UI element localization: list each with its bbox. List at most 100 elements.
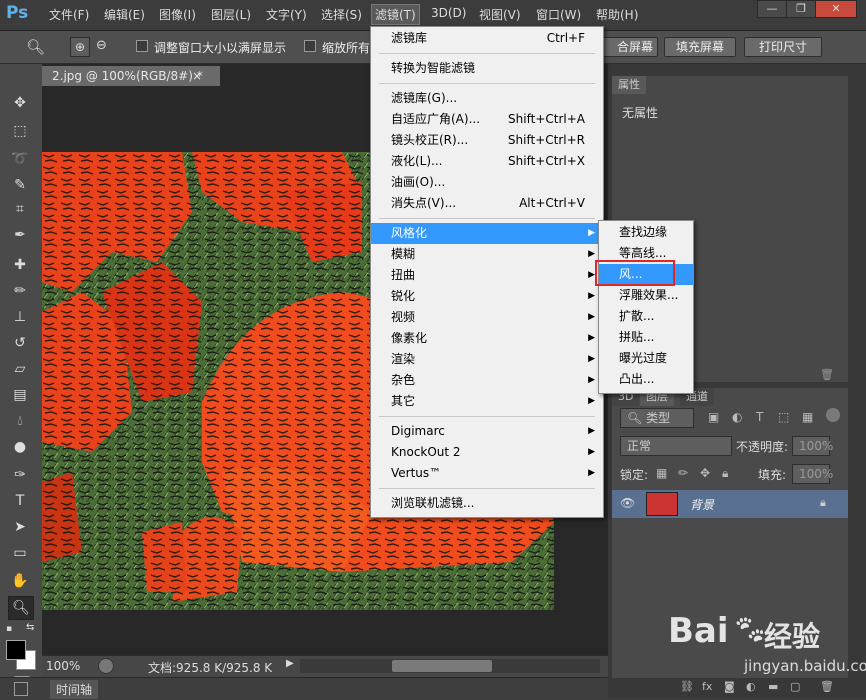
menu-item-other[interactable]: 其它 ▶ (371, 391, 603, 412)
menu-3d[interactable]: 3D(D) (431, 6, 466, 20)
lasso-tool-icon[interactable]: ➰ (8, 148, 32, 170)
menu-filter[interactable]: 滤镜(T) (371, 4, 420, 25)
zoom-tool-icon[interactable]: 🔍︎ (26, 38, 45, 56)
filter-pixel-icon[interactable]: ▣ (708, 410, 719, 424)
menu-file[interactable]: 文件(F) (49, 6, 89, 23)
move-tool-icon[interactable]: ✥ (8, 92, 32, 114)
menu-item-adaptive-wide-angle[interactable]: 自适应广角(A)... Shift+Ctrl+A (371, 109, 603, 130)
document-tab[interactable]: 2.jpg @ 100%(RGB/8#) * × (42, 66, 220, 86)
restore-button[interactable]: ❐ (786, 0, 816, 18)
pen-tool-icon[interactable]: ✑ (8, 464, 32, 486)
menu-item-oil-paint[interactable]: 油画(O)... (371, 172, 603, 193)
menu-item-knockout[interactable]: KnockOut 2 ▶ (371, 442, 603, 463)
path-selection-tool-icon[interactable]: ➤ (8, 516, 32, 538)
layer-row-background[interactable]: 👁︎ 背景 🔒︎ (612, 490, 848, 518)
menu-edit[interactable]: 编辑(E) (104, 6, 145, 23)
submenu-item-diffuse[interactable]: 扩散... (599, 306, 693, 327)
group-icon[interactable]: ▬ (768, 680, 778, 693)
scrollbar-thumb[interactable] (392, 660, 492, 672)
filter-smart-object-icon[interactable]: ▦ (802, 410, 813, 424)
rectangle-tool-icon[interactable]: ▭ (8, 542, 32, 564)
menu-item-vanishing-point[interactable]: 消失点(V)... Alt+Ctrl+V (371, 193, 603, 214)
adjustment-icon[interactable]: ◐ (746, 680, 756, 693)
timeline-tab[interactable]: 时间轴 (50, 680, 99, 699)
submenu-item-extrude[interactable]: 凸出... (599, 369, 693, 390)
link-layers-icon[interactable]: ⛓ (680, 680, 694, 693)
menu-item-render[interactable]: 渲染 ▶ (371, 349, 603, 370)
lock-paint-icon[interactable]: ✏ (678, 466, 688, 480)
new-layer-icon[interactable]: ▢ (790, 680, 800, 693)
menu-item-distort[interactable]: 扭曲 ▶ (371, 265, 603, 286)
zoom-out-icon[interactable]: ⊖ (96, 38, 107, 53)
properties-tab[interactable]: 属性 (612, 76, 646, 94)
menu-view[interactable]: 视图(V) (479, 6, 521, 23)
filter-type-icon[interactable]: T (756, 410, 763, 424)
menu-select[interactable]: 选择(S) (321, 6, 362, 23)
submenu-item-find-edges[interactable]: 查找边缘 (599, 222, 693, 243)
history-brush-tool-icon[interactable]: ↺ (8, 332, 32, 354)
print-size-button[interactable]: 打印尺寸 (744, 37, 822, 57)
menu-item-vertus[interactable]: Vertus™ ▶ (371, 463, 603, 484)
zoom-tool-icon[interactable]: 🔍︎ (8, 596, 34, 620)
resize-window-checkbox[interactable] (136, 40, 148, 52)
layer-kind-filter[interactable]: 🔍︎ 类型 (620, 408, 694, 428)
timeline-icon[interactable] (14, 682, 28, 696)
marquee-tool-icon[interactable]: ⬚ (8, 120, 32, 142)
type-tool-icon[interactable]: T (8, 490, 32, 512)
swap-colors-icon[interactable]: ⇆ (26, 622, 34, 633)
minimize-button[interactable]: — (757, 0, 787, 18)
filter-shape-icon[interactable]: ⬚ (778, 410, 789, 424)
menu-item-digimarc[interactable]: Digimarc ▶ (371, 421, 603, 442)
eraser-tool-icon[interactable]: ▱ (8, 358, 32, 380)
blur-tool-icon[interactable]: 💧︎ (8, 410, 32, 432)
trash-icon[interactable]: 🗑︎ (820, 680, 834, 693)
menu-item-stylize[interactable]: 风格化 ▶ (371, 223, 603, 244)
delete-icon[interactable]: 🗑︎ (820, 368, 834, 381)
menu-item-convert-smart-filter[interactable]: 转换为智能滤镜 (371, 58, 603, 79)
menu-item-pixelate[interactable]: 像素化 ▶ (371, 328, 603, 349)
menu-type[interactable]: 文字(Y) (266, 6, 307, 23)
fill-field[interactable]: 100% (792, 464, 833, 484)
brush-tool-icon[interactable]: ✏ (8, 280, 32, 302)
quick-select-tool-icon[interactable]: ✎ (8, 174, 32, 196)
menu-help[interactable]: 帮助(H) (596, 6, 638, 23)
menu-item-filter-gallery[interactable]: 滤镜库(G)... (371, 88, 603, 109)
opacity-field[interactable]: 100% (792, 436, 833, 456)
menu-item-liquify[interactable]: 液化(L)... Shift+Ctrl+X (371, 151, 603, 172)
filter-adjustment-icon[interactable]: ◐ (732, 410, 742, 424)
menu-item-sharpen[interactable]: 锐化 ▶ (371, 286, 603, 307)
close-tab-icon[interactable]: × (192, 66, 202, 86)
crop-tool-icon[interactable]: ⌗ (8, 198, 32, 220)
healing-brush-tool-icon[interactable]: ✚ (8, 254, 32, 276)
menu-item-video[interactable]: 视频 ▶ (371, 307, 603, 328)
foreground-color-swatch[interactable] (6, 640, 26, 660)
menu-item-noise[interactable]: 杂色 ▶ (371, 370, 603, 391)
eyedropper-tool-icon[interactable]: ✒ (8, 224, 32, 246)
filter-toggle-icon[interactable] (826, 408, 840, 422)
status-menu-arrow-icon[interactable]: ▶ (286, 658, 294, 669)
dodge-tool-icon[interactable]: ● (8, 436, 32, 458)
fx-icon[interactable]: fx (702, 680, 712, 693)
submenu-item-tiles[interactable]: 拼贴... (599, 327, 693, 348)
menu-item-blur[interactable]: 模糊 ▶ (371, 244, 603, 265)
mask-icon[interactable]: ◙ (724, 680, 735, 693)
visibility-eye-icon[interactable]: 👁︎ (620, 496, 635, 510)
blend-mode-select[interactable]: 正常 (620, 436, 732, 456)
lock-move-icon[interactable]: ✥ (700, 466, 710, 480)
lock-all-icon[interactable]: 🔒︎ (722, 466, 728, 481)
menu-item-browse-online-filters[interactable]: 浏览联机滤镜... (371, 493, 603, 514)
menu-item-lens-correction[interactable]: 镜头校正(R)... Shift+Ctrl+R (371, 130, 603, 151)
default-colors-icon[interactable]: ▪ (6, 624, 16, 634)
submenu-item-solarize[interactable]: 曝光过度 (599, 348, 693, 369)
menu-image[interactable]: 图像(I) (159, 6, 196, 23)
zoom-level[interactable]: 100% (46, 659, 80, 673)
clone-stamp-tool-icon[interactable]: ⊥ (8, 306, 32, 328)
fit-screen-button[interactable]: 合屏幕 (596, 37, 658, 57)
menu-window[interactable]: 窗口(W) (536, 6, 581, 23)
gradient-tool-icon[interactable]: ▤ (8, 384, 32, 406)
hand-tool-icon[interactable]: ✋ (8, 570, 32, 592)
close-button[interactable]: ✕ (815, 0, 857, 18)
layer-name[interactable]: 背景 (690, 496, 714, 513)
menu-layer[interactable]: 图层(L) (211, 6, 251, 23)
lock-transparent-icon[interactable]: ▦ (656, 466, 667, 480)
